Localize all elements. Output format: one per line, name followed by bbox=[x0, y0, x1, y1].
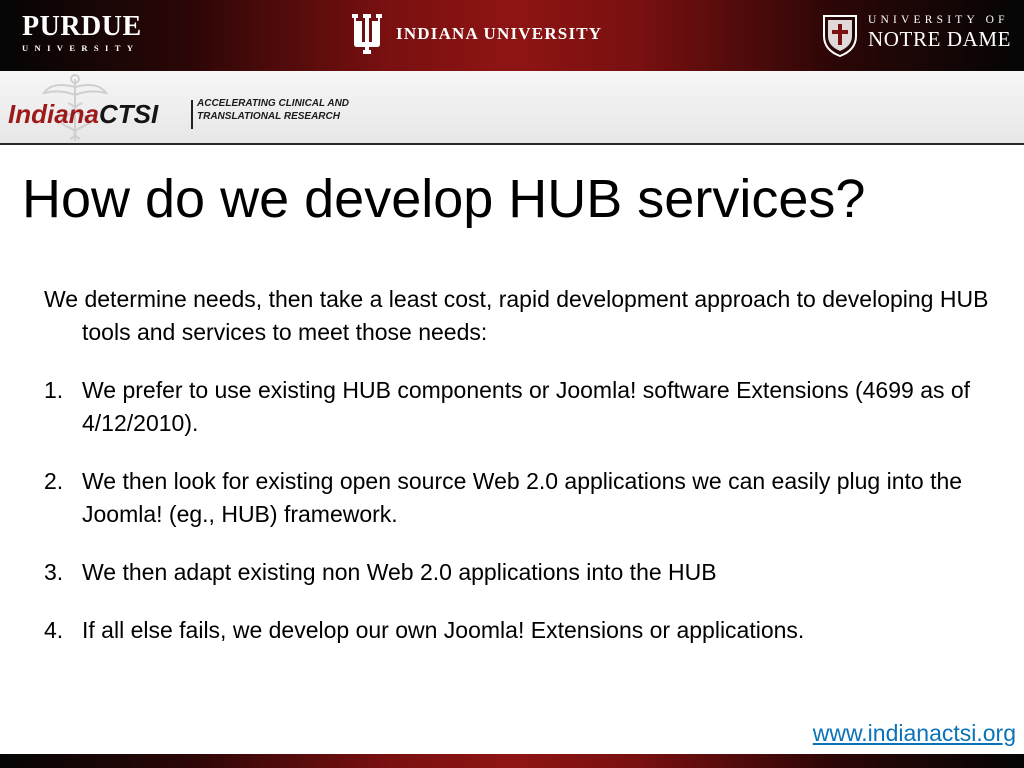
tagline-line1: ACCELERATING CLINICAL AND bbox=[197, 98, 350, 109]
list-item-text: We then adapt existing non Web 2.0 appli… bbox=[82, 559, 717, 585]
notre-dame-shield-icon bbox=[823, 15, 857, 58]
logo-tagline: ACCELERATING CLINICAL AND TRANSLATIONAL … bbox=[197, 97, 349, 123]
notre-dame-line2: NOTRE DAME bbox=[868, 27, 1012, 51]
intro-paragraph: We determine needs, then take a least co… bbox=[44, 286, 989, 345]
tagline-line2: TRANSLATIONAL RESEARCH bbox=[197, 111, 340, 122]
iu-trident-icon bbox=[352, 14, 382, 54]
purdue-sub: UNIVERSITY bbox=[22, 43, 140, 53]
list-item: 2. We then look for existing open source… bbox=[44, 465, 989, 531]
indiana-university-logo: INDIANA UNIVERSITY bbox=[352, 14, 602, 54]
website-link[interactable]: www.indianactsi.org bbox=[813, 717, 1016, 750]
notre-dame-logo: UNIVERSITY OF NOTRE DAME bbox=[822, 14, 1011, 58]
steps-list: 1. We prefer to use existing HUB compone… bbox=[44, 374, 989, 672]
list-item: 3. We then adapt existing non Web 2.0 ap… bbox=[44, 556, 989, 589]
logo-divider bbox=[191, 100, 193, 129]
indiana-university-name: INDIANA UNIVERSITY bbox=[396, 24, 603, 43]
list-item-number: 4. bbox=[44, 617, 64, 643]
logo-indiana-text: Indiana bbox=[8, 99, 100, 129]
purdue-name: PURDUE bbox=[22, 11, 142, 42]
list-item-text: If all else fails, we develop our own Jo… bbox=[82, 617, 805, 643]
list-item-number: 2. bbox=[44, 468, 64, 494]
ctsi-logo-strip: IndianaCTSI ACCELERATING CLINICAL AND TR… bbox=[0, 71, 1024, 145]
notre-dame-line1: UNIVERSITY OF bbox=[868, 14, 1009, 26]
purdue-logo: PURDUE UNIVERSITY bbox=[22, 11, 142, 54]
list-item: 1. We prefer to use existing HUB compone… bbox=[44, 374, 989, 440]
list-item-number: 3. bbox=[44, 559, 64, 585]
list-item: 4. If all else fails, we develop our own… bbox=[44, 614, 989, 647]
logo-ctsi-text: CTSI bbox=[99, 99, 159, 129]
university-banner: PURDUE UNIVERSITY INDIANA UNIVERSITY UNI… bbox=[0, 0, 1024, 71]
list-item-text: We then look for existing open source We… bbox=[82, 468, 963, 527]
list-item-number: 1. bbox=[44, 377, 64, 403]
indiana-ctsi-logo: IndianaCTSI bbox=[8, 99, 158, 129]
bottom-banner bbox=[0, 754, 1024, 768]
slide-title: How do we develop HUB services? bbox=[22, 169, 866, 229]
list-item-text: We prefer to use existing HUB components… bbox=[82, 377, 971, 436]
